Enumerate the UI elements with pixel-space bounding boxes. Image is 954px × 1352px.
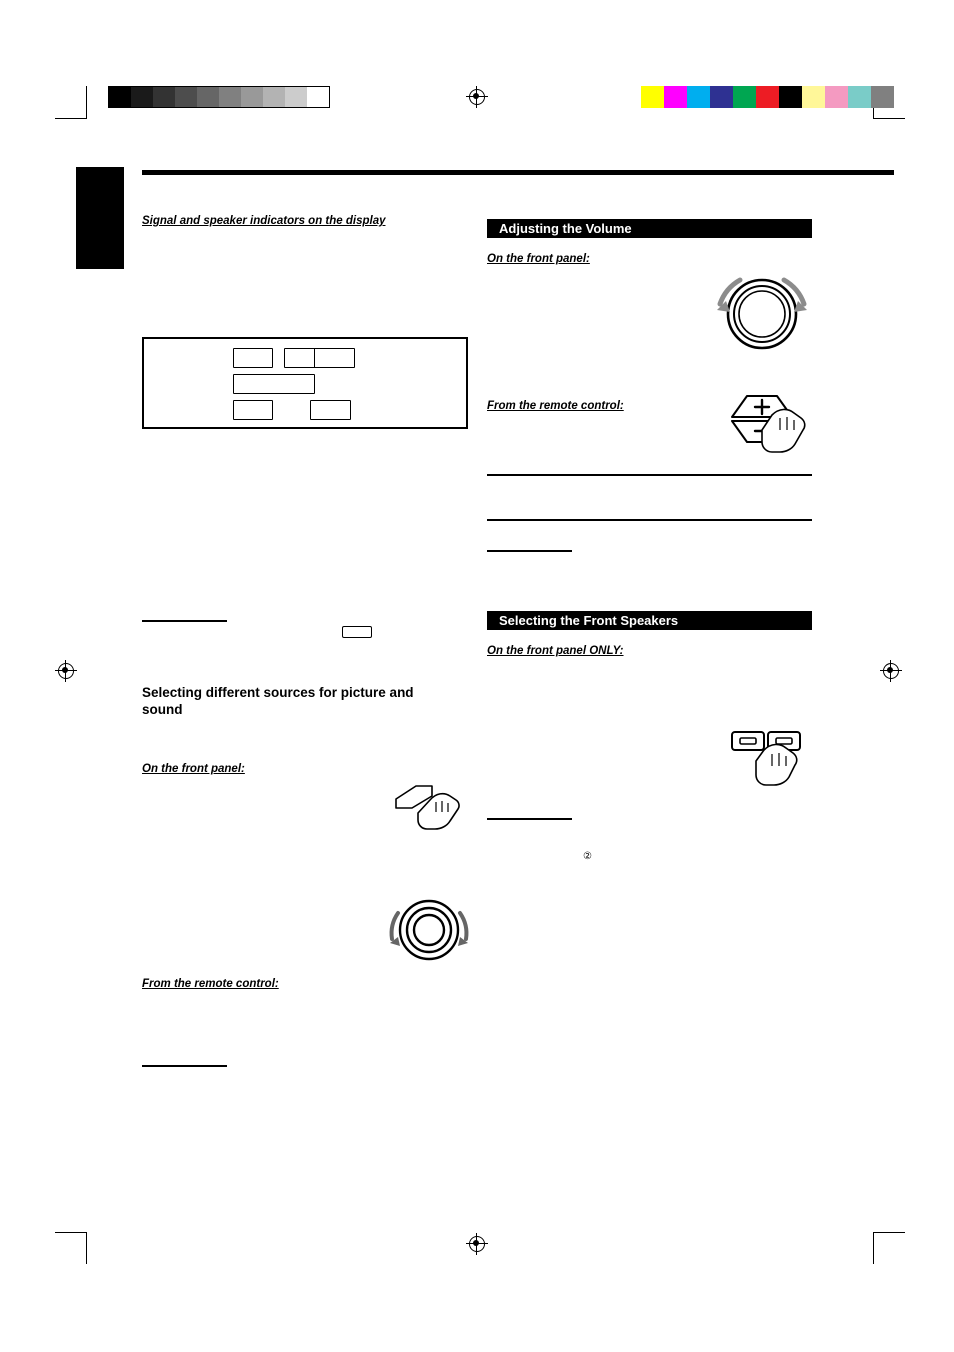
volume-on-front-panel-label: On the front panel: bbox=[487, 253, 590, 265]
color-swatch-8 bbox=[825, 86, 848, 108]
display-indicator-cell-6 bbox=[310, 400, 351, 420]
speaker-select-buttons-icon bbox=[731, 731, 801, 786]
grayscale-swatch-3 bbox=[175, 87, 197, 107]
color-swatch-1 bbox=[664, 86, 687, 108]
right-rule-2 bbox=[487, 519, 812, 521]
display-indicator-cell-5 bbox=[233, 400, 273, 420]
color-calibration-bar bbox=[641, 86, 894, 108]
grayscale-swatch-0 bbox=[109, 87, 131, 107]
page-thumb-tab bbox=[76, 167, 124, 269]
left-on-front-panel-label: On the front panel: bbox=[142, 763, 245, 775]
heading-selecting-sources: Selecting different sources for picture … bbox=[142, 685, 414, 717]
display-indicator-cell-3 bbox=[314, 348, 355, 368]
registration-mark-left bbox=[55, 660, 77, 682]
right-note-rule bbox=[487, 550, 572, 552]
left-bottom-note-rule bbox=[142, 1065, 227, 1067]
grayscale-swatch-4 bbox=[197, 87, 219, 107]
crop-mark-br-h bbox=[873, 1232, 905, 1233]
section-header-front-speakers: Selecting the Front Speakers bbox=[487, 611, 812, 630]
color-swatch-7 bbox=[802, 86, 825, 108]
grayscale-swatch-9 bbox=[307, 87, 329, 107]
registration-mark-bottom bbox=[466, 1233, 488, 1255]
volume-from-remote-label: From the remote control: bbox=[487, 400, 624, 412]
grayscale-swatch-1 bbox=[131, 87, 153, 107]
crop-mark-tr-h bbox=[873, 118, 905, 119]
color-swatch-0 bbox=[641, 86, 664, 108]
color-swatch-3 bbox=[710, 86, 733, 108]
left-note-rule bbox=[142, 620, 227, 622]
grayscale-swatch-7 bbox=[263, 87, 285, 107]
subhead-signal-indicators: Signal and speaker indicators on the dis… bbox=[142, 215, 386, 227]
right-rule-1 bbox=[487, 474, 812, 476]
registration-mark-top bbox=[466, 86, 488, 108]
manual-page: Signal and speaker indicators on the dis… bbox=[0, 0, 954, 1352]
display-panel-illustration bbox=[142, 337, 468, 429]
color-swatch-6 bbox=[779, 86, 802, 108]
grayscale-swatch-2 bbox=[153, 87, 175, 107]
right-bottom-note-rule bbox=[487, 818, 572, 820]
grayscale-swatch-5 bbox=[219, 87, 241, 107]
registration-mark-right bbox=[880, 660, 902, 682]
crop-mark-bl-h bbox=[55, 1232, 87, 1233]
grayscale-calibration-bar bbox=[108, 86, 330, 108]
remote-volume-buttons-icon bbox=[731, 395, 806, 453]
color-swatch-9 bbox=[848, 86, 871, 108]
selector-knob-icon bbox=[389, 899, 469, 961]
header-rule bbox=[142, 170, 894, 175]
hand-pointer-icon-source-button bbox=[395, 785, 460, 830]
crop-mark-tl-v bbox=[86, 86, 87, 118]
rotary-knob-icon-volume bbox=[717, 277, 807, 350]
color-swatch-4 bbox=[733, 86, 756, 108]
speakers-on-front-panel-only-label: On the front panel ONLY: bbox=[487, 645, 624, 657]
display-indicator-cell-1 bbox=[233, 348, 273, 368]
left-from-remote-label: From the remote control: bbox=[142, 978, 279, 990]
grayscale-swatch-6 bbox=[241, 87, 263, 107]
grayscale-swatch-8 bbox=[285, 87, 307, 107]
display-indicator-cell-4 bbox=[233, 374, 315, 394]
display-mini-indicator bbox=[342, 626, 372, 638]
crop-mark-tl-h bbox=[55, 118, 87, 119]
color-swatch-5 bbox=[756, 86, 779, 108]
circled-note-number: ② bbox=[583, 851, 592, 862]
crop-mark-br-v bbox=[873, 1232, 874, 1264]
section-header-adjusting-volume: Adjusting the Volume bbox=[487, 219, 812, 238]
color-swatch-2 bbox=[687, 86, 710, 108]
color-swatch-10 bbox=[871, 86, 894, 108]
crop-mark-bl-v bbox=[86, 1232, 87, 1264]
